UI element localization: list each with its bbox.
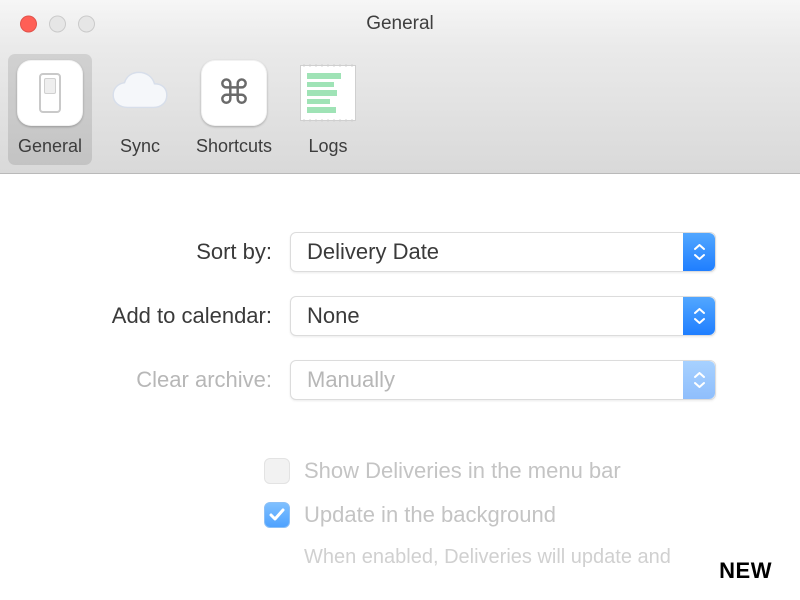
- update-background-help: When enabled, Deliveries will update and: [264, 546, 766, 569]
- new-badge: NEW: [719, 558, 772, 584]
- tab-general[interactable]: General: [8, 54, 92, 165]
- titlebar: General: [0, 0, 800, 48]
- close-window-button[interactable]: [20, 16, 37, 33]
- tab-label: General: [18, 136, 82, 157]
- add-to-calendar-value: None: [307, 303, 360, 329]
- sort-by-popup[interactable]: Delivery Date: [290, 232, 716, 272]
- receipt-icon: [295, 60, 361, 126]
- switch-icon: [17, 60, 83, 126]
- add-to-calendar-row: Add to calendar: None: [34, 296, 766, 336]
- show-in-menu-bar-label: Show Deliveries in the menu bar: [304, 458, 621, 484]
- general-pane: Sort by: Delivery Date Add to calendar: …: [0, 174, 800, 600]
- chevron-up-down-icon: [683, 233, 715, 271]
- clear-archive-label: Clear archive:: [34, 367, 290, 393]
- update-background-row: Update in the background: [264, 502, 766, 528]
- tab-shortcuts[interactable]: ⌘ Shortcuts: [188, 54, 280, 165]
- cloud-icon: [107, 60, 173, 126]
- show-in-menu-bar-checkbox[interactable]: [264, 458, 290, 484]
- tab-label: Logs: [309, 136, 348, 157]
- preferences-window: General General Sync ⌘ Shortcuts Logs: [0, 0, 800, 600]
- tab-logs[interactable]: Logs: [286, 54, 370, 165]
- update-background-label: Update in the background: [304, 502, 556, 528]
- chevron-up-down-icon: [683, 361, 715, 399]
- update-background-checkbox[interactable]: [264, 502, 290, 528]
- clear-archive-row: Clear archive: Manually: [34, 360, 766, 400]
- command-icon: ⌘: [201, 60, 267, 126]
- checkbox-group: Show Deliveries in the menu bar Update i…: [34, 458, 766, 569]
- add-to-calendar-popup[interactable]: None: [290, 296, 716, 336]
- sort-by-label: Sort by:: [34, 239, 290, 265]
- tab-label: Sync: [120, 136, 160, 157]
- preferences-toolbar: General Sync ⌘ Shortcuts Logs: [0, 48, 800, 174]
- minimize-window-button[interactable]: [49, 16, 66, 33]
- clear-archive-value: Manually: [307, 367, 395, 393]
- tab-sync[interactable]: Sync: [98, 54, 182, 165]
- sort-by-value: Delivery Date: [307, 239, 439, 265]
- zoom-window-button[interactable]: [78, 16, 95, 33]
- tab-label: Shortcuts: [196, 136, 272, 157]
- show-in-menu-bar-row: Show Deliveries in the menu bar: [264, 458, 766, 484]
- sort-by-row: Sort by: Delivery Date: [34, 232, 766, 272]
- window-title: General: [0, 13, 800, 35]
- window-controls: [20, 16, 95, 33]
- add-to-calendar-label: Add to calendar:: [34, 303, 290, 329]
- clear-archive-popup[interactable]: Manually: [290, 360, 716, 400]
- chevron-up-down-icon: [683, 297, 715, 335]
